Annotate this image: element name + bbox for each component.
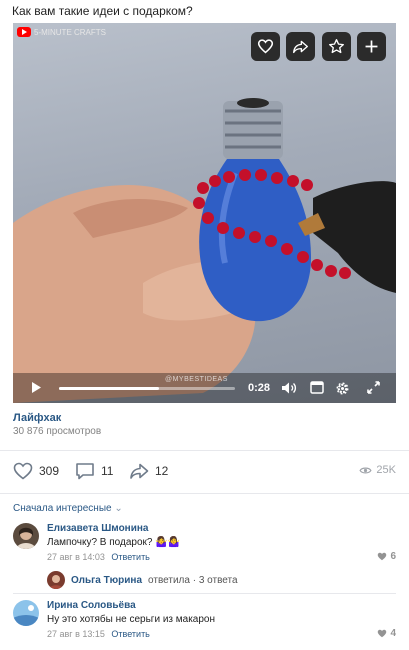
comment-date: 27 авг в 14:03 [47,552,105,562]
video-time: 0:28 [248,382,271,394]
comment-item: Елизавета Шмонина Лампочку? В подарок? 🤷… [13,523,396,563]
views-count: 25K [376,464,396,476]
video-frame [13,23,396,403]
comment-like-button[interactable]: 4 [377,628,396,639]
gear-icon[interactable] [335,381,350,396]
comment-author[interactable]: Ирина Соловьёва [47,600,392,611]
youtube-badge: 5-MINUTE CRAFTS [17,27,106,37]
volume-icon[interactable] [281,381,297,395]
post-views: 25K [359,464,396,476]
heart-icon [257,39,274,54]
reply-info[interactable]: ответила · 3 ответа [148,575,238,586]
share-icon [293,40,308,54]
divider [13,593,396,594]
comment-like-count: 6 [390,551,396,562]
share-count: 12 [155,464,169,478]
reply-button[interactable]: Ответить [111,552,149,562]
video-title[interactable]: Лайфхак [13,412,61,424]
chevron-down-icon: ⌄ [114,503,123,514]
video-views: 30 876 просмотров [13,426,102,437]
channel-name: 5-MINUTE CRAFTS [34,27,106,37]
comment-icon [76,463,94,480]
video-controls: @MYBESTIDEAS 0:28 [13,373,396,403]
avatar[interactable] [47,571,65,589]
progress-bar[interactable] [59,387,235,390]
post-actions: 309 11 12 25K [13,462,396,482]
comment-date: 27 авг в 13:15 [47,629,105,639]
comment-like-button[interactable]: 6 [377,551,396,562]
video-frame-illustration [13,98,396,403]
youtube-icon [17,27,31,37]
heart-icon [13,462,33,480]
video-watermark: @MYBESTIDEAS [165,376,228,383]
play-icon[interactable] [30,381,42,394]
like-video-button[interactable] [251,32,280,61]
miniplayer-icon[interactable] [310,381,324,394]
video-player[interactable]: 5-MINUTE CRAFTS @MYBESTIDEAS 0:28 [13,23,396,403]
plus-icon [365,40,378,53]
reply-button[interactable]: Ответить [111,629,149,639]
avatar[interactable] [13,523,39,549]
heart-icon [378,552,387,561]
comment-text: Лампочку? В подарок? 🤷‍♀️🤷‍♀️ [47,537,181,548]
like-count: 309 [39,464,60,478]
avatar[interactable] [13,600,39,626]
comment-author[interactable]: Елизавета Шмонина [47,523,392,534]
comment-meta: 27 авг в 14:03 Ответить [47,552,392,562]
divider [0,450,409,451]
post-text: Как вам такие идеи с подарком? [12,4,193,18]
star-icon [329,39,344,54]
comment-button[interactable]: 11 [75,462,113,480]
eye-icon [359,467,372,473]
share-icon [130,463,149,479]
comments-sort-dropdown[interactable]: Сначала интересные ⌄ [13,503,123,514]
share-button[interactable]: 12 [129,462,168,480]
reply-author[interactable]: Ольга Тюрина [71,575,142,586]
like-button[interactable]: 309 [13,462,59,480]
comment-item: Ирина Соловьёва Ну это хотябы не серьги … [13,600,396,640]
share-video-button[interactable] [286,32,315,61]
divider [0,493,409,494]
add-video-button[interactable] [357,32,386,61]
favorite-video-button[interactable] [322,32,351,61]
heart-icon [378,629,387,638]
sort-label: Сначала интересные [13,503,112,514]
comment-like-count: 4 [390,628,396,639]
comment-meta: 27 авг в 13:15 Ответить [47,629,392,639]
comment-count: 11 [101,464,114,478]
reply-thread[interactable]: Ольга Тюрина ответила · 3 ответа [47,571,238,589]
progress-fill [59,387,160,390]
fullscreen-icon[interactable] [367,381,380,394]
comment-text: Ну это хотябы не серьги из макарон [47,614,216,625]
